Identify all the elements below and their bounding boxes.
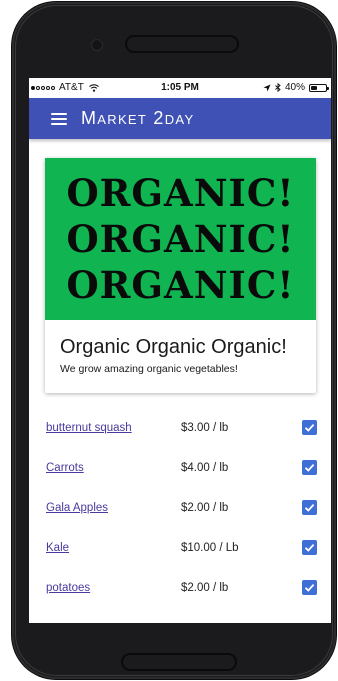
product-row: Carrots $4.00 / lb [29, 458, 331, 482]
product-price: $10.00 / Lb [181, 542, 239, 554]
app-bar: Market 2day [29, 98, 331, 139]
product-link[interactable]: Carrots [46, 462, 84, 474]
card-subtitle: We grow amazing organic vegetables! [60, 363, 238, 375]
product-checkbox[interactable] [302, 500, 317, 515]
product-checkbox[interactable] [302, 540, 317, 555]
product-row: Gala Apples $2.00 / lb [29, 498, 331, 522]
checkmark-icon [304, 583, 315, 592]
product-link[interactable]: Kale [46, 542, 69, 554]
product-link[interactable]: butternut squash [46, 422, 132, 434]
bluetooth-icon [275, 83, 281, 92]
checkmark-icon [304, 543, 315, 552]
promo-card: ORGANIC! ORGANIC! ORGANIC! Organic Organ… [45, 158, 316, 393]
status-right: 40% [263, 82, 329, 93]
product-link[interactable]: Gala Apples [46, 502, 108, 514]
earpiece-speaker [125, 35, 239, 53]
bottom-speaker [121, 653, 237, 671]
checkmark-icon [304, 423, 315, 432]
product-row: potatoes $2.00 / lb [29, 578, 331, 602]
product-checkbox[interactable] [302, 460, 317, 475]
product-price: $2.00 / lb [181, 582, 229, 594]
product-price: $2.00 / lb [181, 502, 229, 514]
banner-line: ORGANIC! [66, 171, 295, 215]
product-link[interactable]: potatoes [46, 582, 90, 594]
organic-banner: ORGANIC! ORGANIC! ORGANIC! [45, 158, 316, 320]
phone-screen: AT&T 1:05 PM 40% Market 2day ORGANIC! OR… [29, 78, 331, 623]
card-title: Organic Organic Organic! [60, 336, 287, 358]
product-price: $3.00 / lb [181, 422, 229, 434]
hamburger-menu-icon[interactable] [51, 112, 67, 125]
app-title: Market 2day [81, 108, 195, 128]
camera-icon [92, 40, 102, 50]
product-checkbox[interactable] [302, 580, 317, 595]
product-checkbox[interactable] [302, 420, 317, 435]
product-price: $4.00 / lb [181, 462, 229, 474]
banner-line: ORGANIC! [66, 263, 295, 307]
product-row: butternut squash $3.00 / lb [29, 418, 331, 442]
banner-line: ORGANIC! [66, 217, 295, 261]
checkmark-icon [304, 463, 315, 472]
checkmark-icon [304, 503, 315, 512]
location-arrow-icon [263, 84, 271, 91]
battery-percent: 40% [284, 82, 305, 93]
product-row: Kale $10.00 / Lb [29, 538, 331, 562]
battery-icon [309, 83, 329, 92]
status-bar: AT&T 1:05 PM 40% [29, 78, 331, 98]
